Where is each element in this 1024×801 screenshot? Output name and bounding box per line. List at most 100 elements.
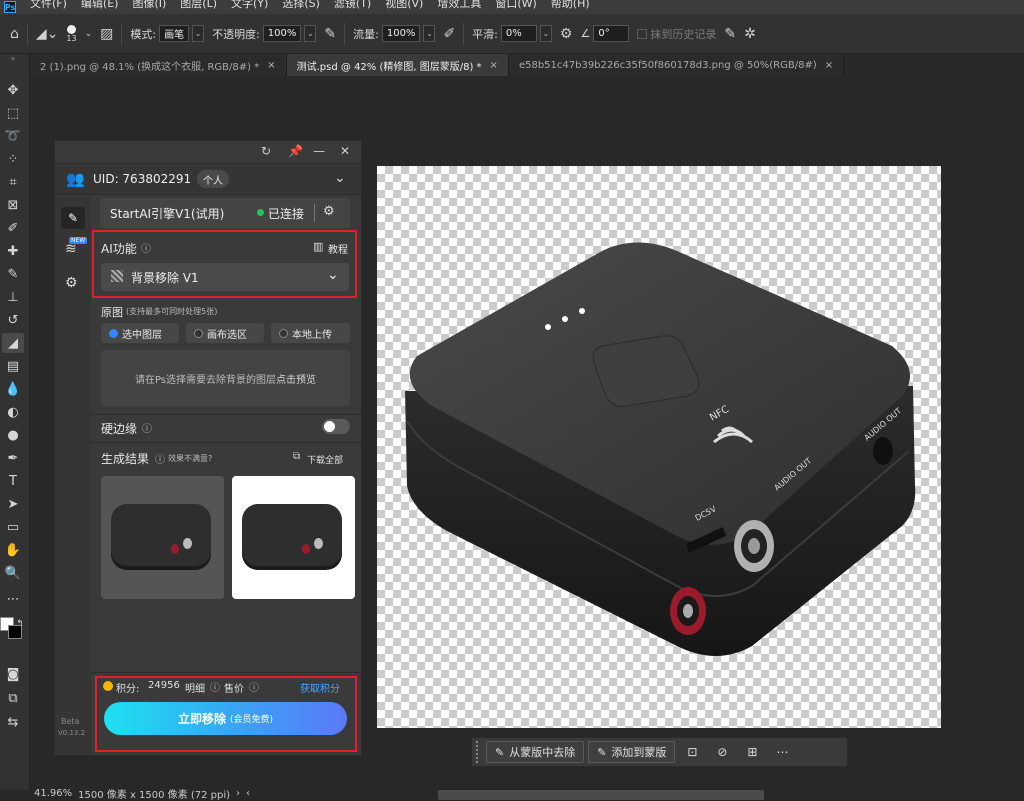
menu-filter[interactable]: 滤镜(T) bbox=[334, 0, 371, 9]
menu-image[interactable]: 图像(I) bbox=[132, 0, 166, 9]
stamp-tool-icon[interactable]: ⊥ bbox=[2, 287, 24, 307]
dodge-tool-icon[interactable]: ◐ bbox=[2, 402, 24, 422]
history-brush-tool-icon[interactable]: ↺ bbox=[2, 310, 24, 330]
menu-type[interactable]: 文字(Y) bbox=[231, 0, 268, 9]
source-option-canvas-selection[interactable]: 画布选区 bbox=[186, 323, 264, 343]
info-icon[interactable]: ⓘ bbox=[142, 420, 152, 435]
info-icon[interactable]: ⓘ bbox=[155, 451, 165, 466]
tab-document-2[interactable]: 测试.psd @ 42% (精修图, 图层蒙版/8) * × bbox=[286, 54, 509, 76]
pressure-size-icon[interactable]: ✎ bbox=[724, 26, 736, 42]
frame-tool-icon[interactable]: ⊠ bbox=[2, 195, 24, 215]
flow-input[interactable]: 100% bbox=[381, 25, 421, 42]
toolbar-grip-icon[interactable]: » bbox=[2, 54, 24, 63]
zoom-level[interactable]: 41.96% bbox=[34, 788, 72, 799]
quick-mask-icon[interactable]: ◙ bbox=[2, 664, 24, 684]
eyedropper-tool-icon[interactable]: ✐ bbox=[2, 218, 24, 238]
edit-nav-icon[interactable]: ✎ bbox=[61, 207, 85, 229]
brush-settings-icon[interactable]: ▨ bbox=[100, 26, 113, 42]
drag-handle-icon[interactable] bbox=[476, 741, 482, 763]
tab-document-3[interactable]: e58b51c47b39b226c35f50f860178d3.png @ 50… bbox=[508, 54, 845, 76]
zoom-tool-icon[interactable]: 🔍 bbox=[2, 563, 24, 583]
move-tool-icon[interactable]: ✥ bbox=[2, 80, 24, 100]
pen-tool-icon[interactable]: ✒ bbox=[2, 448, 24, 468]
chevron-down-icon[interactable]: ⌄ bbox=[304, 25, 317, 42]
close-icon[interactable]: × bbox=[490, 60, 498, 71]
healing-brush-tool-icon[interactable]: ✚ bbox=[2, 241, 24, 261]
crop-tool-icon[interactable]: ⌗ bbox=[2, 172, 24, 192]
disable-mask-icon[interactable]: ⊘ bbox=[709, 741, 735, 763]
drop-hint: 请在Ps选择需要去除背景的图层 bbox=[134, 374, 277, 386]
close-icon[interactable]: × bbox=[267, 60, 275, 71]
menu-layer[interactable]: 图层(L) bbox=[180, 0, 217, 9]
menu-plugins[interactable]: 增效工具 bbox=[437, 0, 481, 9]
chevron-down-icon[interactable]: ⌄ bbox=[423, 25, 436, 42]
hard-edge-toggle[interactable] bbox=[322, 419, 350, 434]
settings-nav-icon[interactable]: ⚙ bbox=[65, 275, 78, 291]
history-checkbox[interactable] bbox=[637, 28, 648, 39]
gear-icon[interactable]: ⚙ bbox=[560, 26, 573, 42]
minimize-icon[interactable]: — bbox=[313, 144, 325, 158]
screen-mode-icon[interactable]: ⧉ bbox=[2, 688, 24, 708]
result-thumb-cutout[interactable] bbox=[232, 476, 355, 599]
chevron-down-icon[interactable]: ⌄ bbox=[334, 170, 346, 186]
quick-select-tool-icon[interactable]: ⁘ bbox=[2, 149, 24, 169]
menu-select[interactable]: 选择(S) bbox=[282, 0, 320, 9]
remove-from-mask-button[interactable]: ✎ 从蒙版中去除 bbox=[486, 741, 585, 763]
radio-checked-icon bbox=[109, 328, 118, 338]
refresh-icon[interactable]: ↻ bbox=[261, 144, 271, 158]
pin-icon[interactable]: 📌 bbox=[288, 144, 303, 158]
swap-colors-icon[interactable]: ↰ bbox=[14, 614, 26, 634]
type-tool-icon[interactable]: T bbox=[2, 471, 24, 491]
add-to-mask-button[interactable]: ✎ 添加到蒙版 bbox=[588, 741, 676, 763]
smooth-input[interactable]: 0% bbox=[500, 25, 537, 42]
preview-link[interactable]: 点击预览 bbox=[276, 371, 316, 386]
download-all-link[interactable]: 下载全部 bbox=[307, 453, 343, 466]
sponge-tool-icon[interactable]: ● bbox=[2, 425, 24, 445]
mask-settings-icon[interactable]: ⊞ bbox=[739, 741, 765, 763]
brush-tool-icon[interactable]: ✎ bbox=[2, 264, 24, 284]
more-options-icon[interactable]: ⋯ bbox=[769, 741, 795, 763]
mask-options-icon[interactable]: ⊡ bbox=[679, 741, 705, 763]
engine-settings-icon[interactable]: ⚙ bbox=[323, 204, 335, 219]
menu-view[interactable]: 视图(V) bbox=[385, 0, 423, 9]
home-icon[interactable]: ⌂ bbox=[10, 26, 19, 42]
lasso-tool-icon[interactable]: ➰ bbox=[2, 126, 24, 146]
symmetry-icon[interactable]: ✲ bbox=[744, 26, 756, 42]
edit-toolbar-icon[interactable]: ⇆ bbox=[2, 712, 24, 732]
rectangle-tool-icon[interactable]: ▭ bbox=[2, 517, 24, 537]
tab-document-1[interactable]: 2 (1).png @ 48.1% (换成这个衣服, RGB/8#) * × bbox=[30, 54, 287, 76]
menu-window[interactable]: 窗口(W) bbox=[495, 0, 536, 9]
eraser-tool-preset-icon[interactable]: ◢⌄ bbox=[36, 26, 59, 42]
hand-tool-icon[interactable]: ✋ bbox=[2, 540, 24, 560]
pressure-opacity-icon[interactable]: ✎ bbox=[324, 26, 336, 42]
chevron-down-icon[interactable]: ⌄ bbox=[539, 25, 552, 42]
eraser-tool-icon[interactable]: ◢ bbox=[2, 333, 24, 353]
blur-tool-icon[interactable]: 💧 bbox=[2, 379, 24, 399]
opacity-input[interactable]: 100% bbox=[262, 25, 302, 42]
download-icon[interactable]: ⧉ bbox=[293, 451, 300, 462]
mode-select[interactable]: 画笔 bbox=[159, 25, 190, 42]
chevron-down-icon[interactable]: ⌄ bbox=[192, 25, 205, 42]
chevron-left-icon[interactable]: ‹ bbox=[246, 788, 250, 799]
close-icon[interactable]: × bbox=[825, 60, 833, 71]
more-tools-icon[interactable]: ⋯ bbox=[2, 589, 24, 609]
result-hint[interactable]: 效果不满意? bbox=[168, 453, 212, 464]
chevron-right-icon[interactable]: › bbox=[236, 788, 240, 799]
document-canvas[interactable]: NFC DC5V AUDIO OUT AUDIO OUT bbox=[377, 166, 941, 728]
marquee-tool-icon[interactable]: ⬚ bbox=[2, 103, 24, 123]
airbrush-icon[interactable]: ✐ bbox=[443, 26, 455, 42]
close-icon[interactable]: ✕ bbox=[340, 144, 350, 158]
source-dropzone[interactable]: 请在Ps选择需要去除背景的图层 点击预览 bbox=[101, 350, 350, 406]
menu-edit[interactable]: 编辑(E) bbox=[81, 0, 119, 9]
source-option-local-upload[interactable]: 本地上传 bbox=[271, 323, 350, 343]
source-option-selected-layer[interactable]: 选中图层 bbox=[101, 323, 179, 343]
chevron-down-icon[interactable]: ⌄ bbox=[85, 29, 93, 39]
gradient-tool-icon[interactable]: ▤ bbox=[2, 356, 24, 376]
horizontal-scrollbar[interactable] bbox=[438, 790, 764, 800]
angle-input[interactable]: 0° bbox=[593, 25, 630, 42]
brush-size-picker[interactable]: 13 bbox=[66, 24, 77, 43]
path-select-tool-icon[interactable]: ➤ bbox=[2, 494, 24, 514]
menu-help[interactable]: 帮助(H) bbox=[551, 0, 590, 9]
menu-file[interactable]: 文件(F) bbox=[30, 0, 67, 9]
result-thumb-original[interactable] bbox=[101, 476, 224, 599]
